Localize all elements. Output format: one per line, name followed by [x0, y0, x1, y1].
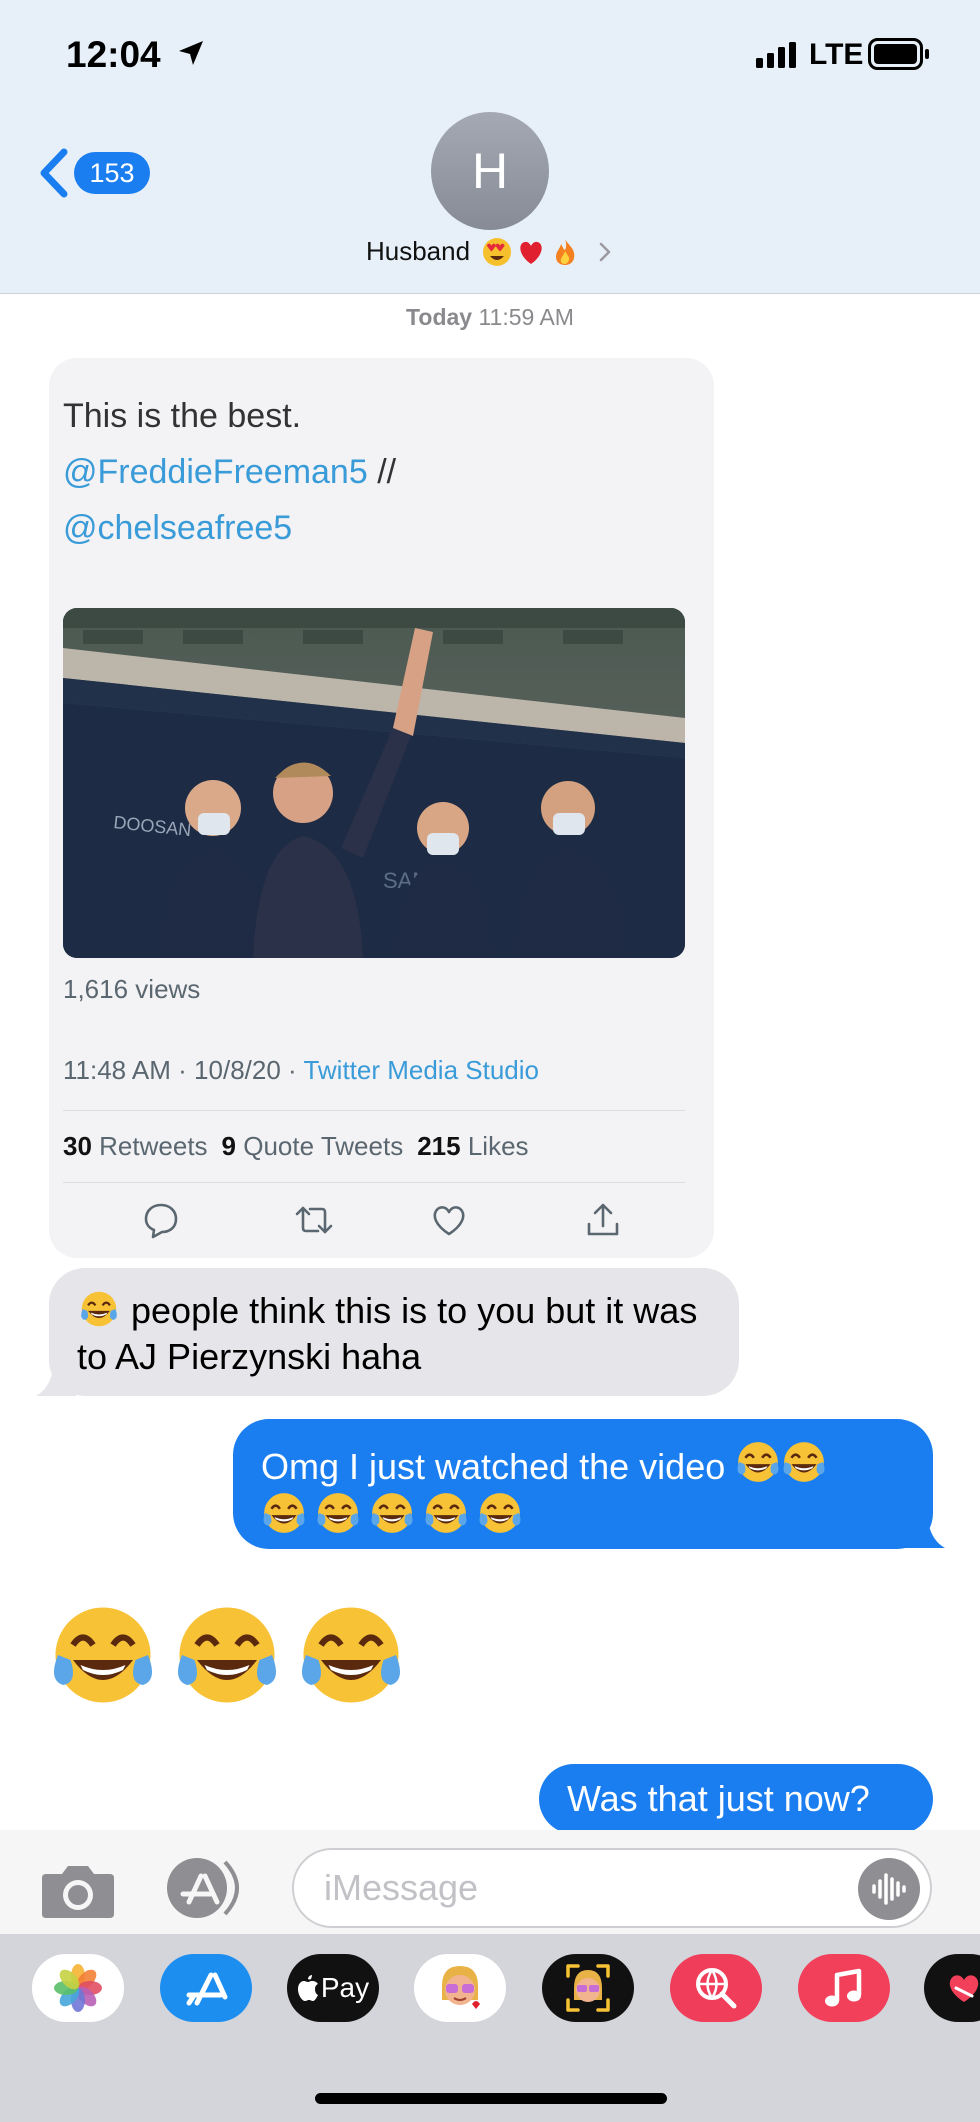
apple-pay-label: Pay: [320, 1972, 370, 2003]
tweet-divider: [63, 1182, 685, 1183]
likes-count: 215: [417, 1131, 461, 1161]
tweet-view-count: 1,616 views: [63, 974, 201, 1004]
tweet-actions: [49, 1200, 714, 1240]
battery-icon: [868, 38, 929, 70]
red-heart-emoji-icon: [520, 241, 542, 264]
audio-message-button[interactable]: [858, 1858, 920, 1920]
tears-of-joy-emoji-icon: [54, 1607, 152, 1703]
tweet-video-thumbnail[interactable]: DOOSAN SAN: [63, 608, 685, 958]
location-arrow-icon: [179, 41, 203, 65]
tears-of-joy-emoji-row: [735, 1442, 827, 1487]
tweet-mentions-line: @FreddieFreeman5 //: [63, 444, 396, 500]
like-icon[interactable]: [429, 1200, 469, 1240]
message-text: Omg I just watched the video: [261, 1446, 736, 1487]
image-search-app-button[interactable]: [670, 1954, 762, 2022]
tears-of-joy-emoji-icon: [178, 1607, 276, 1703]
waveform-icon: [872, 1873, 906, 1905]
meta-dot: ·: [170, 1055, 195, 1085]
home-indicator[interactable]: [315, 2093, 667, 2104]
contact-name-button[interactable]: Husband: [0, 236, 980, 267]
share-icon[interactable]: [583, 1200, 623, 1240]
tweet-stats: 30 Retweets 9 Quote Tweets 215 Likes: [63, 1131, 529, 1162]
emoji-only-message[interactable]: [48, 1600, 406, 1710]
unread-count-badge: 153: [74, 152, 150, 194]
tears-of-joy-emoji-icon: [81, 1291, 117, 1327]
tears-of-joy-emoji-icon: [479, 1493, 521, 1533]
contact-name: Husband: [365, 236, 471, 266]
tears-of-joy-emoji-icon: [737, 1442, 779, 1482]
photos-app-button[interactable]: [32, 1954, 124, 2022]
retweets-count: 30: [63, 1131, 92, 1161]
chevron-right-icon: [599, 242, 611, 261]
tweet-text: This is the best.: [63, 397, 302, 435]
received-message-bubble[interactable]: people think this is to you but it was t…: [49, 1268, 739, 1396]
tweet-link-card[interactable]: This is the best. @FreddieFreeman5 // @c…: [49, 358, 714, 1258]
music-note-icon: [825, 1968, 862, 2007]
imessage-app-drawer: Pay: [0, 1934, 980, 2122]
avatar-initial: H: [471, 143, 509, 199]
tears-of-joy-emoji-row: [261, 1493, 531, 1538]
back-button[interactable]: 153: [38, 148, 150, 198]
quote-tweets-count: 9: [221, 1131, 237, 1161]
tears-of-joy-emoji-icon: [371, 1493, 413, 1533]
retweet-icon[interactable]: [294, 1200, 334, 1240]
animoji-app-button[interactable]: [542, 1954, 634, 2022]
tears-of-joy-emoji-icon: [302, 1607, 400, 1703]
sent-message-bubble[interactable]: Omg I just watched the video: [233, 1419, 933, 1549]
reply-icon[interactable]: [141, 1200, 181, 1240]
memoji-app-button[interactable]: [414, 1954, 506, 2022]
quote-tweets-stat[interactable]: 9 Quote Tweets: [222, 1131, 404, 1162]
quote-tweets-label: Quote Tweets: [243, 1131, 404, 1161]
photos-icon: [54, 1964, 102, 2012]
signal-strength-icon: [756, 42, 796, 68]
message-composer: [0, 1830, 980, 1934]
tears-of-joy-emoji-icon: [425, 1493, 467, 1533]
app-store-icon: [186, 1972, 228, 2006]
digital-touch-icon: [949, 1975, 979, 2002]
contact-avatar[interactable]: H: [431, 112, 549, 230]
tweet-meta: 11:48 AM · 10/8/20 · Twitter Media Studi…: [63, 1055, 539, 1086]
app-store-toggle-icon[interactable]: [165, 1856, 253, 1920]
message-text: people think this is to you but it was t…: [77, 1290, 698, 1377]
status-time: 12:04: [66, 34, 161, 75]
timestamp-day: Today: [406, 304, 473, 330]
apple-logo-icon: [297, 1975, 318, 2001]
tweet-source-link[interactable]: Twitter Media Studio: [303, 1055, 539, 1085]
globe-search-icon: [696, 1968, 737, 2009]
retweets-label: Retweets: [99, 1131, 208, 1161]
app-store-app-button[interactable]: [160, 1954, 252, 2022]
tweet-divider: [63, 1110, 685, 1111]
mention-chelseafree5[interactable]: @chelseafree5: [63, 500, 396, 556]
memoji-icon: [442, 1966, 480, 2009]
timestamp-time: 11:59 AM: [478, 304, 574, 330]
tears-of-joy-emoji-icon: [317, 1493, 359, 1533]
camera-icon[interactable]: [40, 1860, 116, 1920]
chevron-left-icon: [40, 148, 68, 198]
tweet-time: 11:48 AM: [63, 1055, 171, 1085]
apple-pay-app-button[interactable]: Pay: [287, 1954, 379, 2022]
message-timestamp: Today 11:59 AM: [0, 304, 980, 331]
tweet-text-block: This is the best. @FreddieFreeman5 // @c…: [63, 388, 396, 556]
likes-label: Likes: [467, 1131, 529, 1161]
fire-emoji-icon: [556, 238, 575, 265]
retweets-stat[interactable]: 30 Retweets: [63, 1131, 208, 1162]
animoji-icon: [566, 1964, 610, 2012]
message-text: Was that just now?: [567, 1778, 870, 1819]
video-still-image: DOOSAN SAN: [63, 608, 685, 958]
music-app-button[interactable]: [798, 1954, 890, 2022]
tears-of-joy-emoji-icon: [783, 1442, 825, 1482]
mention-freddiefreeman5[interactable]: @FreddieFreeman5: [63, 453, 368, 491]
meta-dot: ·: [280, 1055, 304, 1085]
sent-message-bubble[interactable]: Was that just now?: [539, 1764, 933, 1834]
network-type: LTE: [809, 38, 864, 71]
digital-touch-app-button[interactable]: [924, 1954, 980, 2022]
imessage-input[interactable]: [292, 1848, 932, 1928]
conversation-header: 12:04 LTE 153 H Husband: [0, 0, 980, 294]
mention-separator: //: [367, 453, 397, 491]
likes-stat[interactable]: 215 Likes: [417, 1131, 528, 1162]
heart-eyes-emoji-icon: [483, 237, 512, 266]
tears-of-joy-emoji-icon: [263, 1493, 305, 1533]
tweet-date: 10/8/20: [194, 1055, 281, 1085]
